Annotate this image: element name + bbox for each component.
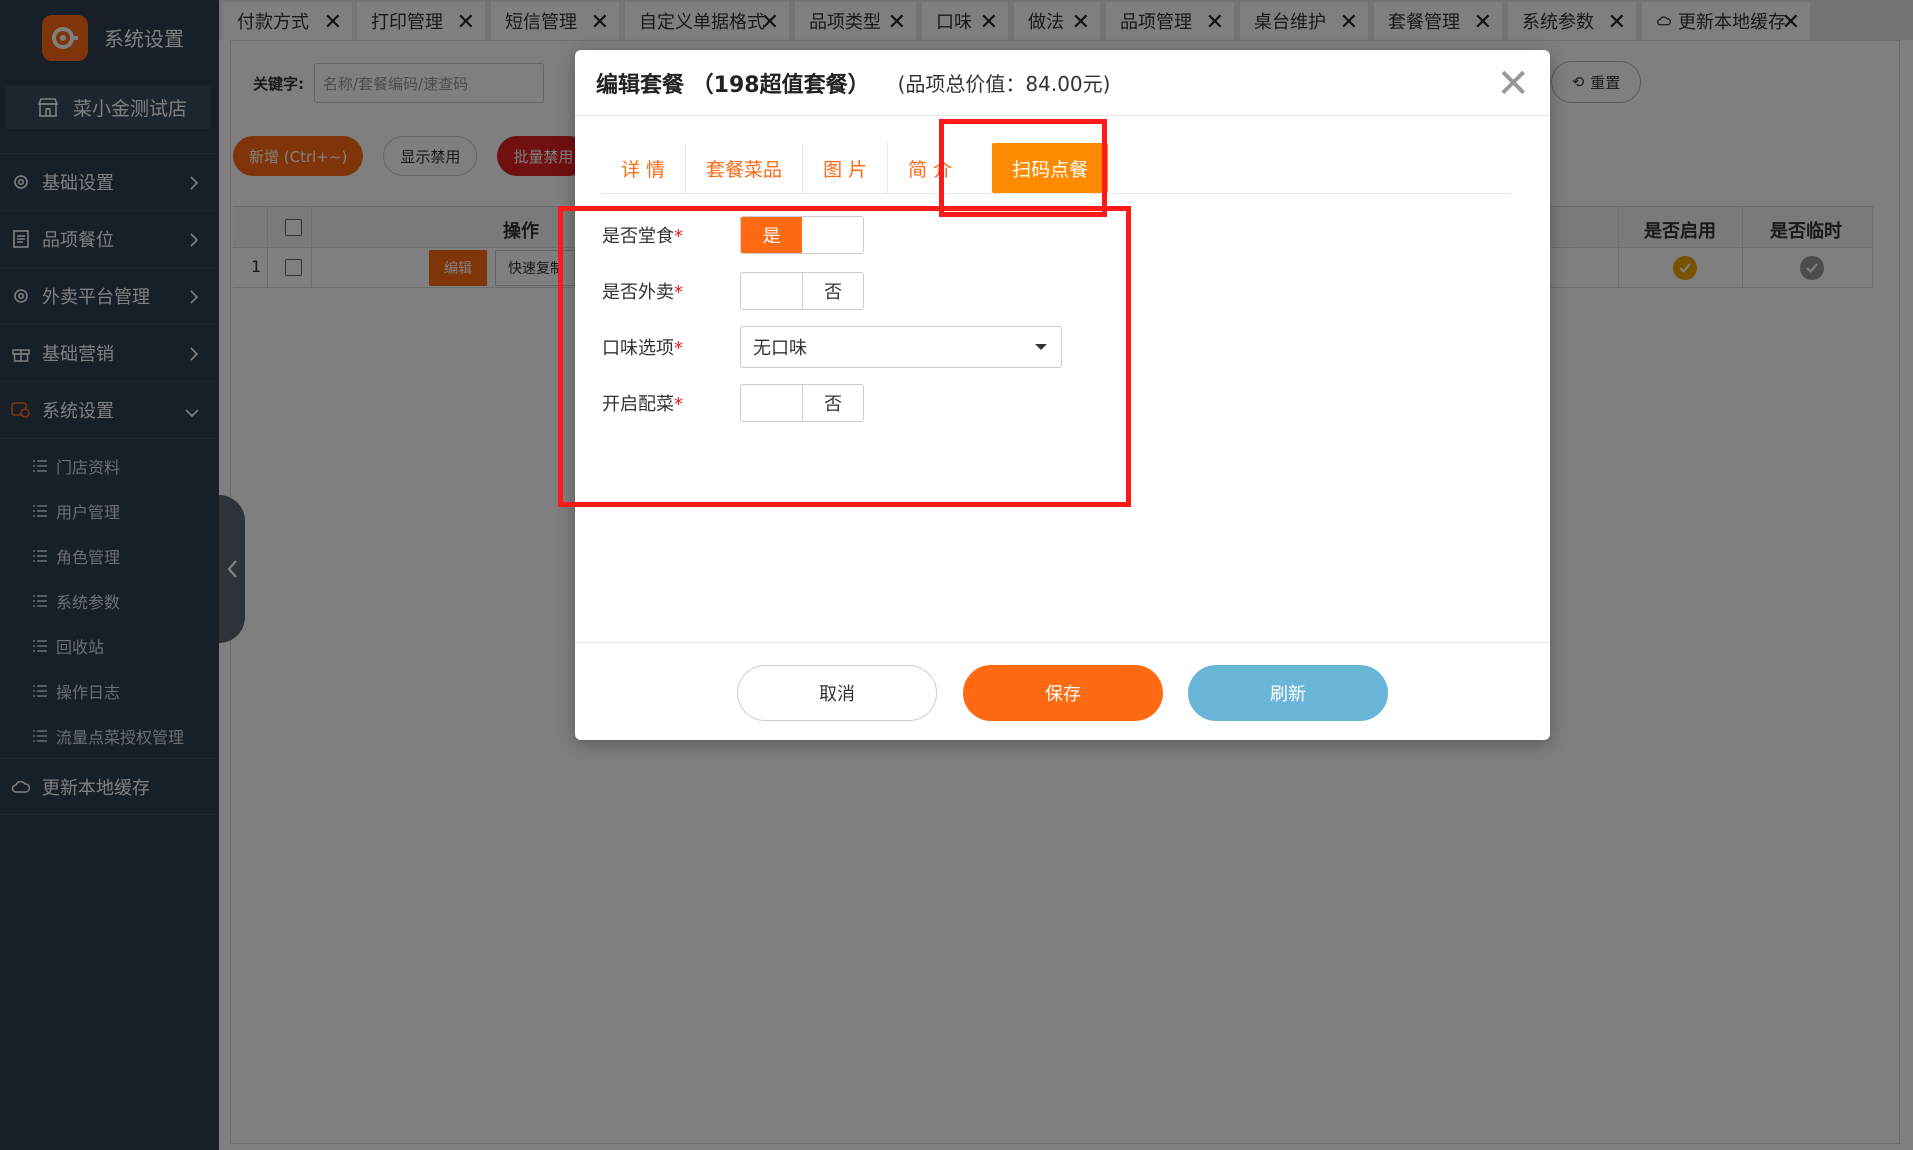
close-icon[interactable]: ✕ [1496,64,1530,104]
dialog-subtitle: (品项总价值：84.00元) [897,72,1111,96]
save-button[interactable]: 保存 [963,665,1163,721]
dialog-title: 编辑套餐 （198超值套餐） [596,72,870,98]
refresh-button[interactable]: 刷新 [1188,665,1388,721]
tab-images[interactable]: 图 片 [803,143,889,193]
cancel-button[interactable]: 取消 [737,665,937,721]
dialog-header: 编辑套餐 （198超值套餐） (品项总价值：84.00元) ✕ [575,50,1550,116]
highlight-box-form [558,206,1131,507]
tab-details[interactable]: 详 情 [601,143,687,193]
highlight-box-tab [939,119,1107,217]
tab-combo-dishes[interactable]: 套餐菜品 [686,143,804,193]
dialog-footer: 取消 保存 刷新 [575,642,1550,740]
